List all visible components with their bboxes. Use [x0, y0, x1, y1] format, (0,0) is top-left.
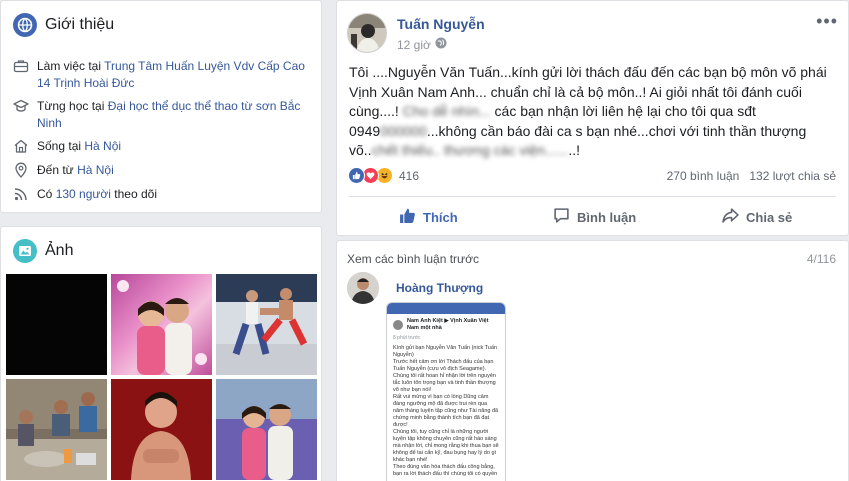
screenshot-header-bar [387, 303, 505, 314]
photos-card: Ảnh [0, 226, 322, 481]
comments-count-link[interactable]: 270 bình luận [667, 169, 740, 183]
intro-lives: Sống tại Hà Nội [13, 138, 307, 155]
intro-title: Giới thiệu [45, 16, 115, 33]
photo-1[interactable] [6, 274, 107, 375]
comment-label: Bình luận [577, 209, 637, 225]
post-time: 12 giờ [397, 37, 447, 52]
more-options-icon[interactable]: ••• [816, 11, 838, 32]
comment-screenshot-image[interactable]: Nam Anh Kiệt ▶ Vịnh Xuân Việt Nam một nh… [386, 302, 506, 481]
comments-pagination: 4/116 [806, 252, 836, 266]
photo-2[interactable] [111, 274, 212, 375]
rss-icon [13, 186, 29, 202]
photo-6[interactable] [216, 379, 317, 480]
reactions-summary[interactable]: 416 [348, 167, 419, 184]
intro-work: Làm việc tại Trung Tâm Huấn Luyện Vdv Cấ… [13, 58, 307, 92]
home-icon [13, 138, 29, 154]
author-avatar[interactable] [347, 13, 387, 53]
reaction-count: 416 [399, 168, 420, 183]
blurred-text-2: chết thiếu.. thương các viện...... [371, 142, 569, 158]
photo-3[interactable] [216, 274, 317, 375]
photo-4[interactable] [6, 379, 107, 480]
blurred-text-1: Cho dễ nhìn... [402, 103, 491, 119]
screenshot-body: Kính gửi bạn Nguyễn Văn Tuấn (nick Tuấn … [393, 345, 499, 477]
like-label: Thích [423, 209, 458, 225]
photo-5[interactable] [111, 379, 212, 480]
author-name[interactable]: Tuấn Nguyễn [397, 16, 485, 32]
photos-icon [13, 239, 37, 263]
post-stats: 270 bình luận 132 lượt chia sẻ [667, 169, 836, 183]
globe-icon [13, 13, 37, 37]
work-prefix: Làm việc tại [37, 59, 105, 73]
intro-followers: Có 130 người theo dõi [13, 186, 307, 203]
blurred-phone: 000000 [380, 122, 427, 139]
commenter-avatar[interactable] [347, 272, 379, 304]
graduation-cap-icon [13, 98, 29, 114]
comments-card: Xem các bình luận trước 4/116 Hoàng Thượ… [336, 240, 849, 481]
comment-bubble-icon [553, 207, 570, 227]
followers-link[interactable]: 130 người [56, 187, 111, 201]
post-card: Tuấn Nguyễn 12 giờ ••• Tôi ....Nguyễn Vă… [336, 0, 849, 236]
screenshot-time: 8 phút trước [393, 335, 421, 341]
lives-place-link[interactable]: Hà Nội [84, 139, 121, 153]
photos-title: Ảnh [45, 242, 74, 259]
lives-prefix: Sống tại [37, 139, 85, 153]
share-label: Chia sẻ [746, 209, 793, 225]
thumbs-up-icon [399, 207, 416, 227]
comment-button[interactable]: Bình luận [553, 207, 636, 227]
intro-from: Đến từ Hà Nội [13, 162, 307, 179]
post-text: Tôi ....Nguyễn Văn Tuấn...kính gửi lời t… [349, 63, 839, 161]
intro-card: Giới thiệu Làm việc tại Trung Tâm Huấn L… [0, 0, 322, 213]
like-button[interactable]: Thích [399, 207, 458, 227]
view-previous-comments-link[interactable]: Xem các bình luận trước [347, 252, 479, 266]
from-prefix: Đến từ [37, 163, 78, 177]
commenter-name[interactable]: Hoàng Thượng [396, 281, 483, 295]
briefcase-icon [13, 58, 29, 74]
from-place-link[interactable]: Hà Nội [77, 163, 114, 177]
share-button[interactable]: Chia sẻ [722, 207, 792, 227]
study-prefix: Từng học tại [37, 99, 108, 113]
followers-suffix: theo dõi [110, 187, 158, 201]
screenshot-title: Nam Anh Kiệt ▶ Vịnh Xuân Việt Nam một nh… [407, 318, 489, 331]
location-pin-icon [13, 162, 29, 178]
share-arrow-icon [722, 207, 739, 227]
intro-study: Từng học tại Đại học thể dục thể thao từ… [13, 98, 307, 132]
public-globe-icon [435, 37, 447, 52]
shares-count-link[interactable]: 132 lượt chia sẻ [749, 169, 836, 183]
actions-divider [349, 196, 836, 197]
like-reaction-icon [348, 167, 365, 184]
screenshot-avatar [393, 320, 403, 330]
post-timestamp[interactable]: 12 giờ [397, 38, 431, 52]
post-text-part-4: ..! [568, 142, 581, 158]
followers-prefix: Có [37, 187, 56, 201]
